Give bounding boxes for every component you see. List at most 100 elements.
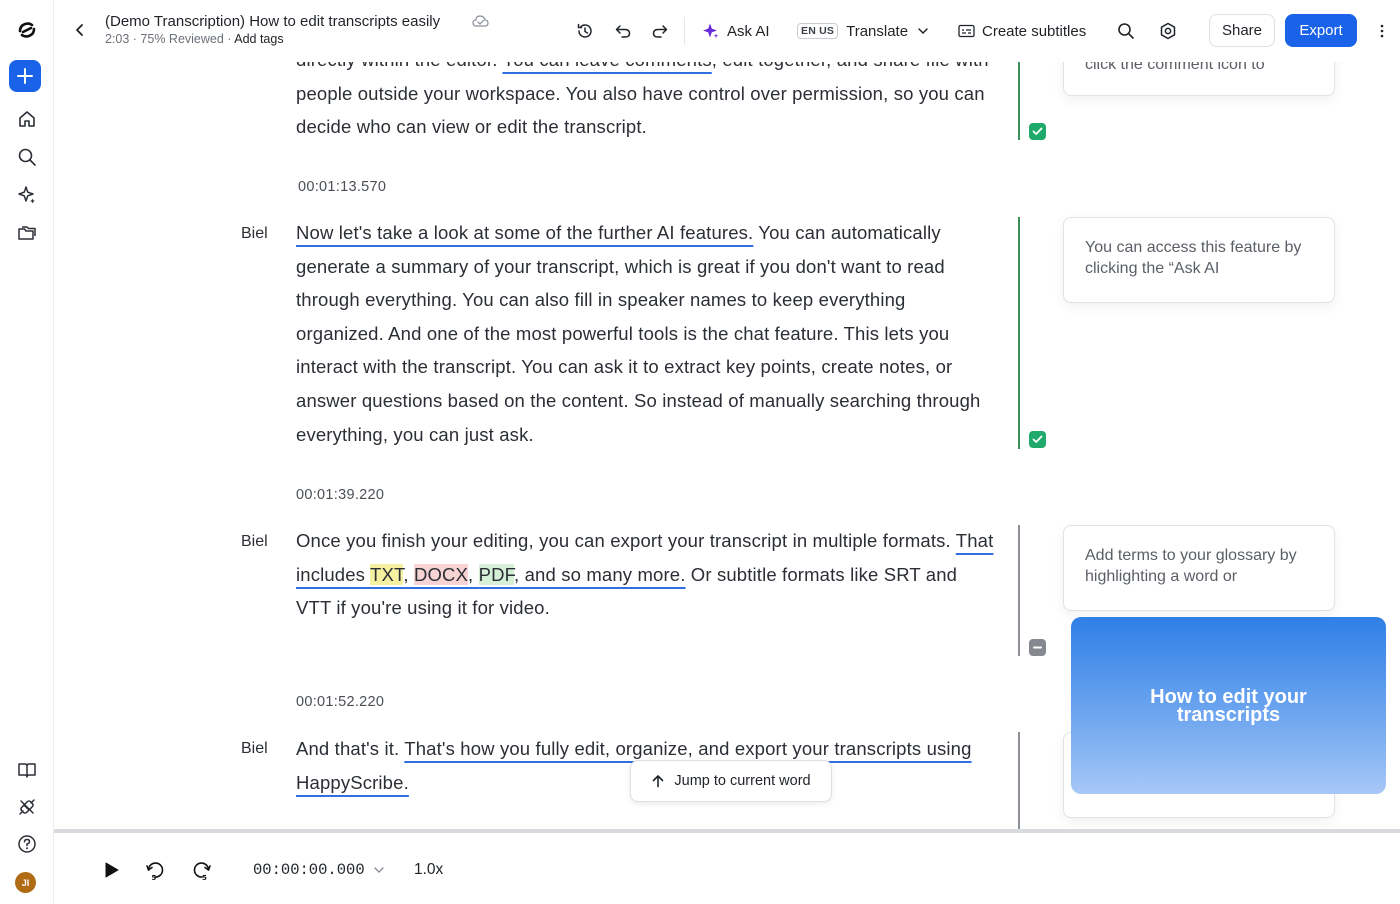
comment-text: click the comment icon to <box>1085 62 1265 73</box>
create-subtitles-button[interactable]: Create subtitles <box>958 18 1086 44</box>
settings-button[interactable] <box>1155 18 1181 44</box>
share-button[interactable]: Share <box>1209 14 1275 47</box>
glossary-term[interactable]: TXT <box>370 563 404 585</box>
reviewed-checkbox[interactable] <box>1029 431 1046 448</box>
play-button[interactable] <box>99 858 123 882</box>
chevron-down-icon <box>918 28 928 35</box>
transcript-paragraph[interactable]: Once you finish your editing, you can ex… <box>296 524 996 625</box>
more-vertical-icon <box>1380 24 1384 38</box>
paragraph-text: directly within the editor. <box>296 62 502 70</box>
paragraph-text: And that's it. <box>296 738 405 759</box>
ask-ai-label: Ask AI <box>727 22 770 40</box>
home-icon <box>19 111 35 127</box>
speaker-name[interactable]: Biel <box>241 225 268 243</box>
reviewed-checkbox[interactable] <box>1029 123 1046 140</box>
history-button[interactable] <box>572 18 598 44</box>
export-button[interactable]: Export <box>1285 14 1357 47</box>
check-icon <box>1032 127 1043 135</box>
saved-status-icon <box>472 14 489 34</box>
file-meta: 2:03 · 75% Reviewed · Add tags <box>105 32 284 46</box>
search-icon <box>1118 23 1134 39</box>
jump-to-current-word-button[interactable]: Jump to current word <box>630 760 832 802</box>
paragraph-text: You can automatically generate a summary… <box>296 222 981 445</box>
plus-icon <box>17 68 33 84</box>
current-time: 00:00:00.000 <box>253 861 365 879</box>
speaker-name[interactable]: Biel <box>241 740 268 758</box>
review-bar <box>1018 732 1020 830</box>
help-icon <box>18 835 36 853</box>
comment-text: You can access this feature by clicking … <box>1085 239 1302 277</box>
left-rail: JI <box>0 0 54 904</box>
segment-text: , <box>468 563 479 585</box>
sparkle-icon <box>18 186 35 204</box>
minus-icon <box>1033 646 1042 649</box>
add-tags-link[interactable]: Add tags <box>234 32 283 46</box>
video-preview[interactable]: How to edit your transcripts <box>1071 617 1386 794</box>
comment-card[interactable]: You can access this feature by clicking … <box>1063 217 1335 303</box>
ai-sparkle-button[interactable] <box>8 179 46 211</box>
arrow-up-icon <box>653 775 664 788</box>
transcript-paragraph[interactable]: Now let's take a look at some of the fur… <box>296 216 996 451</box>
user-avatar[interactable]: JI <box>15 872 36 893</box>
editor-header: (Demo Transcription) How to edit transcr… <box>54 0 1400 62</box>
review-status: 2:03 · 75% Reviewed · <box>105 32 235 46</box>
file-title[interactable]: (Demo Transcription) How to edit transcr… <box>105 13 440 30</box>
glossary-term[interactable]: PDF <box>478 563 515 585</box>
play-icon <box>105 862 119 878</box>
unreviewed-checkbox[interactable] <box>1029 639 1046 656</box>
header-divider <box>684 17 685 45</box>
help-button[interactable] <box>8 828 46 860</box>
gear-icon <box>1160 22 1176 40</box>
language-badge: EN US <box>797 23 839 39</box>
comment-text: Add terms to your glossary by highlighti… <box>1085 547 1297 585</box>
segment-text: , and so many more. <box>514 563 686 585</box>
check-icon <box>1032 435 1043 443</box>
svg-text:5: 5 <box>202 874 207 881</box>
ask-ai-button[interactable]: Ask AI <box>702 18 770 44</box>
plug-icon <box>19 799 35 815</box>
redo-button[interactable] <box>647 18 673 44</box>
comment-card[interactable]: click the comment icon to <box>1063 62 1335 96</box>
search-icon <box>18 148 36 166</box>
comment-card[interactable]: Add terms to your glossary by highlighti… <box>1063 525 1335 611</box>
translate-dropdown[interactable]: EN US Translate <box>797 18 929 44</box>
playback-speed-button[interactable]: 1.0x <box>414 861 443 879</box>
integrations-button[interactable] <box>8 791 46 823</box>
glossary-term[interactable]: DOCX <box>413 563 469 585</box>
guides-button[interactable] <box>8 754 46 786</box>
folders-button[interactable] <box>8 217 46 249</box>
reviewed-segment[interactable]: You can leave comments <box>502 62 711 70</box>
rewind-5s-button[interactable]: 5 <box>143 858 167 882</box>
subtitles-icon <box>958 24 975 38</box>
search-button[interactable] <box>8 141 46 173</box>
reviewed-segment[interactable]: Now let's take a look at some of the fur… <box>296 222 753 243</box>
video-title: How to edit your transcripts <box>1150 685 1307 726</box>
more-options-button[interactable] <box>1372 18 1392 44</box>
forward-5s-button[interactable]: 5 <box>190 858 214 882</box>
home-button[interactable] <box>8 103 46 135</box>
rewind-icon: 5 <box>146 862 164 881</box>
undo-button[interactable] <box>610 18 636 44</box>
happyscribe-logo-icon[interactable] <box>8 14 46 46</box>
undo-icon <box>615 25 631 38</box>
timestamp[interactable]: 00:01:13.570 <box>298 179 386 195</box>
speaker-name[interactable]: Biel <box>241 533 268 551</box>
current-time-dropdown[interactable]: 00:00:00.000 <box>253 861 385 879</box>
redo-icon <box>652 25 668 38</box>
review-bar <box>1018 62 1020 140</box>
timestamp[interactable]: 00:01:39.220 <box>296 487 384 503</box>
find-button[interactable] <box>1113 18 1139 44</box>
segment-text: , <box>403 563 414 585</box>
back-button[interactable] <box>68 18 92 42</box>
folder-icon <box>18 226 36 240</box>
translate-label: Translate <box>846 22 909 40</box>
paragraph-text: Once you finish your editing, you can ex… <box>296 530 956 551</box>
paragraph-text: file with people outside your workspace.… <box>296 62 989 138</box>
review-bar <box>1018 525 1020 656</box>
timestamp[interactable]: 00:01:52.220 <box>296 694 384 710</box>
new-file-button[interactable] <box>9 60 41 92</box>
svg-text:5: 5 <box>152 874 157 881</box>
forward-icon: 5 <box>193 862 211 881</box>
review-bar <box>1018 217 1020 449</box>
transcript-paragraph[interactable]: directly within the editor. You can leav… <box>296 62 996 144</box>
